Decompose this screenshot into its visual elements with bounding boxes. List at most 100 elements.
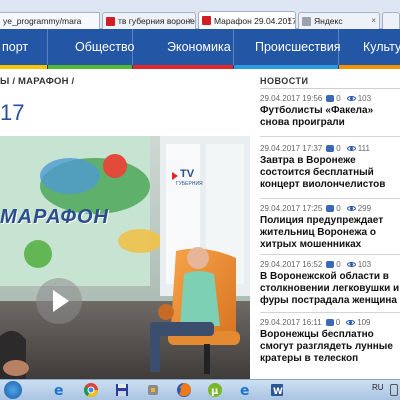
tray-icon[interactable] xyxy=(390,384,398,396)
show-title-overlay: МАРАФОН xyxy=(0,206,109,228)
channel-logo-sub: ГУБЕРНИЯ xyxy=(176,181,203,187)
news-comments: 0 xyxy=(336,260,341,269)
news-item[interactable]: 29.04.2017 17:37 0 111 Завтра в Воронеже… xyxy=(260,144,400,191)
divider xyxy=(260,136,400,137)
save-floppy-icon[interactable] xyxy=(114,382,130,398)
news-datetime: 29.04.2017 17:37 xyxy=(260,144,323,153)
nav-item-economy[interactable]: Экономика xyxy=(133,29,234,69)
eye-icon xyxy=(346,146,356,151)
news-title[interactable]: Воронежцы бесплатно смогут разглядеть лу… xyxy=(260,329,400,365)
tools-icon[interactable] xyxy=(145,382,161,398)
start-button[interactable] xyxy=(4,381,22,399)
site-navigation: порт Общество Экономика Происшествия Кул… xyxy=(0,29,400,69)
news-heading: НОВОСТИ xyxy=(260,76,400,89)
address-bar[interactable]: ye_programmy/mara xyxy=(0,12,100,29)
address-text: ye_programmy/mara xyxy=(3,16,82,26)
site-favicon-icon xyxy=(202,16,211,25)
play-button[interactable] xyxy=(36,278,82,324)
news-item[interactable]: 29.04.2017 19:56 0 103 Футболисты «Факел… xyxy=(260,94,400,129)
news-sidebar: НОВОСТИ 29.04.2017 19:56 0 103 Футболист… xyxy=(260,76,400,364)
channel-logo-icon xyxy=(172,172,178,180)
news-meta: 29.04.2017 19:56 0 103 xyxy=(260,94,400,103)
news-meta: 29.04.2017 16:52 0 103 xyxy=(260,260,400,269)
svg-text:µ: µ xyxy=(211,386,219,397)
news-title[interactable]: Завтра в Воронеже состоится бесплатный к… xyxy=(260,155,400,191)
nav-item-culture[interactable]: Культур xyxy=(339,29,400,69)
windows-taskbar: e µ e W RU xyxy=(0,379,400,400)
svg-text:e: e xyxy=(54,383,64,398)
news-item[interactable]: 29.04.2017 17:25 0 299 Полиция предупреж… xyxy=(260,204,400,251)
news-title[interactable]: В Воронежской области в столкновении лег… xyxy=(260,271,400,307)
tab-label: Марафон 29.04.2017 xyxy=(214,15,296,26)
nav-label: порт xyxy=(2,40,29,54)
news-meta: 29.04.2017 17:37 0 111 xyxy=(260,144,400,153)
firefox-icon[interactable] xyxy=(176,382,192,398)
news-meta: 29.04.2017 16:11 0 109 xyxy=(260,318,400,327)
nav-color-bar xyxy=(0,65,47,69)
chrome-icon[interactable] xyxy=(83,382,99,398)
breadcrumb[interactable]: Ы / МАРАФОН / xyxy=(0,76,74,87)
news-datetime: 29.04.2017 16:52 xyxy=(260,260,323,269)
word-icon[interactable]: W xyxy=(269,382,285,398)
news-comments: 0 xyxy=(335,318,341,327)
news-views: 103 xyxy=(357,260,372,269)
nav-label: Культур xyxy=(363,40,400,54)
tab-yandex[interactable]: Яндекс × xyxy=(298,12,380,29)
news-comments: 0 xyxy=(336,94,341,103)
news-meta: 29.04.2017 17:25 0 299 xyxy=(260,204,400,213)
comment-icon xyxy=(326,261,335,268)
nav-item-society[interactable]: Общество xyxy=(48,29,135,69)
nav-color-bar xyxy=(234,65,338,69)
tab-label: Яндекс xyxy=(314,16,343,26)
ie-icon[interactable]: e xyxy=(52,382,68,399)
yandex-favicon-icon xyxy=(302,16,311,26)
news-comments: 0 xyxy=(336,204,341,213)
close-tab-icon[interactable]: × xyxy=(187,16,192,25)
language-indicator[interactable]: RU xyxy=(372,383,384,392)
eye-icon xyxy=(346,320,356,325)
news-title[interactable]: Полиция предупреждает жительниц Воронежа… xyxy=(260,215,400,251)
tab-marafon[interactable]: Марафон 29.04.2017 × xyxy=(198,11,296,29)
news-datetime: 29.04.2017 17:25 xyxy=(260,204,323,213)
tab-label: тв губерния воронеж официал xyxy=(118,16,195,26)
nav-color-bar xyxy=(133,65,233,69)
close-tab-icon[interactable]: × xyxy=(371,16,376,25)
nav-color-bar xyxy=(48,65,132,69)
news-views: 109 xyxy=(357,318,371,327)
play-icon xyxy=(53,290,69,312)
channel-logo-text: TV xyxy=(180,168,195,180)
torrent-icon[interactable]: µ xyxy=(207,382,223,398)
nav-item-incidents[interactable]: Происшествия xyxy=(234,29,341,69)
tab-tv-gubernia[interactable]: тв губерния воронеж официал × xyxy=(102,12,196,29)
video-player[interactable]: МАРАФОН TV ГУБЕРНИЯ xyxy=(0,136,250,379)
comment-icon xyxy=(325,319,334,326)
news-title[interactable]: Футболисты «Факела» снова проиграли xyxy=(260,105,400,129)
news-datetime: 29.04.2017 16:11 xyxy=(260,318,322,327)
browser-tab-strip: ye_programmy/mara тв губерния воронеж оф… xyxy=(0,0,400,29)
close-tab-icon[interactable]: × xyxy=(287,15,292,24)
nav-label: Экономика xyxy=(167,40,231,54)
svg-text:e: e xyxy=(240,383,250,398)
eye-icon xyxy=(346,206,356,211)
news-views: 299 xyxy=(357,204,372,213)
comment-icon xyxy=(326,145,335,152)
divider xyxy=(260,312,400,313)
nav-label: Происшествия xyxy=(255,40,341,54)
nav-item-sport[interactable]: порт xyxy=(0,29,48,69)
svg-text:W: W xyxy=(273,387,283,397)
news-item[interactable]: 29.04.2017 16:11 0 109 Воронежцы бесплат… xyxy=(260,318,400,365)
divider xyxy=(260,254,400,255)
news-item[interactable]: 29.04.2017 16:52 0 103 В Воронежской обл… xyxy=(260,260,400,307)
nav-label: Общество xyxy=(75,40,135,54)
nav-color-bar xyxy=(339,65,400,69)
new-tab-button[interactable] xyxy=(382,12,400,29)
news-views: 111 xyxy=(357,144,370,153)
news-datetime: 29.04.2017 19:56 xyxy=(260,94,323,103)
page-title: 17 xyxy=(0,100,25,125)
divider xyxy=(260,198,400,199)
comment-icon xyxy=(326,95,335,102)
eye-icon xyxy=(346,262,356,267)
yandex-favicon-icon xyxy=(106,16,115,26)
ie-icon[interactable]: e xyxy=(238,382,254,399)
video-frame xyxy=(0,136,250,379)
